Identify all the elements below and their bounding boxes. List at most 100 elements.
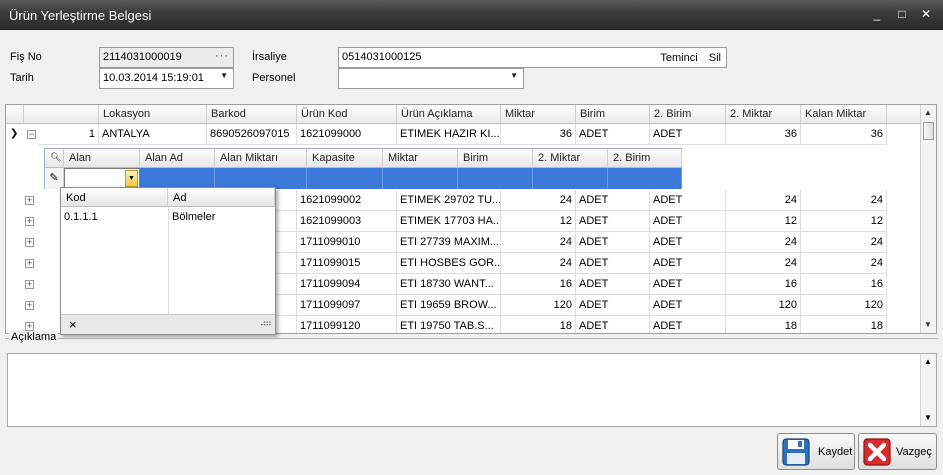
cell-aciklama[interactable]: ETIMEK 17703 HA... (397, 211, 501, 232)
cell-urun-kod[interactable]: 1711099094 (297, 274, 397, 295)
cell-urun-kod[interactable]: 1621099000 (297, 124, 397, 145)
cell-birim[interactable]: ADET (576, 274, 650, 295)
expand-icon[interactable]: + (25, 217, 34, 226)
scroll-thumb[interactable] (923, 122, 934, 140)
personel-select[interactable]: ▼ (338, 68, 524, 89)
ellipsis-button[interactable]: ··· (215, 50, 229, 62)
cell-urun-kod[interactable]: 1711099120 (297, 316, 397, 333)
cell-barkod[interactable]: 8690526097015 (207, 124, 297, 145)
cell-miktar2[interactable]: 18 (726, 316, 801, 333)
popup-close-icon[interactable]: × (69, 317, 77, 332)
cell-miktar2[interactable]: 24 (726, 232, 801, 253)
cell-kalan[interactable]: 16 (801, 274, 887, 295)
subgrid-cell-miktar2[interactable] (533, 168, 608, 189)
cell-lokasyon[interactable]: ANTALYA (99, 124, 207, 145)
cell-miktar[interactable]: 36 (501, 124, 576, 145)
expand-icon[interactable]: + (25, 301, 34, 310)
cell-miktar2[interactable]: 24 (726, 253, 801, 274)
expand-icon[interactable]: + (25, 280, 34, 289)
cell-urun-kod[interactable]: 1711099097 (297, 295, 397, 316)
cell-miktar[interactable]: 24 (501, 190, 576, 211)
cell-aciklama[interactable]: ETI 27739 MAXIM... (397, 232, 501, 253)
scroll-up-icon[interactable]: ▲ (924, 357, 932, 366)
cell-birim2[interactable]: ADET (650, 190, 726, 211)
alan-lookup-popup[interactable]: Kod Ad 0.1.1.1 Bölmeler × ⠴⠶ (60, 187, 276, 335)
aciklama-textarea[interactable]: ▲ ▼ (7, 353, 937, 427)
grid-header-birim[interactable]: Birim (576, 105, 650, 124)
cell-birim[interactable]: ADET (576, 124, 650, 145)
cell-urun-kod[interactable]: 1621099003 (297, 211, 397, 232)
cell-birim2[interactable]: ADET (650, 295, 726, 316)
fis-no-field[interactable]: 2114031000019 ··· (99, 47, 234, 68)
grid-header-miktar[interactable]: Miktar (501, 105, 576, 124)
cell-birim[interactable]: ADET (576, 295, 650, 316)
expand-icon[interactable]: + (25, 322, 34, 331)
cell-birim[interactable]: ADET (576, 232, 650, 253)
maximize-button[interactable]: □ (893, 6, 911, 22)
chevron-down-icon[interactable]: ▼ (125, 170, 138, 187)
tarih-field[interactable]: 10.03.2014 15:19:01 ▼ (99, 68, 234, 89)
cell-kalan[interactable]: 120 (801, 295, 887, 316)
grid-header-birim2[interactable]: 2. Birim (650, 105, 726, 124)
cell-aciklama[interactable]: ETIMEK HAZIR KI... (397, 124, 501, 145)
subgrid-header-miktar2[interactable]: 2. Miktar (533, 149, 608, 168)
grid-header-urun-aciklama[interactable]: Ürün Açıklama (397, 105, 501, 124)
cell-urun-kod[interactable]: 1711099015 (297, 253, 397, 274)
temin-link[interactable]: Temin (660, 52, 689, 64)
subgrid-header-birim2[interactable]: 2. Birim (608, 149, 682, 168)
chevron-down-icon[interactable]: ▼ (510, 71, 518, 80)
grid-vertical-scrollbar[interactable]: ▲ ▼ (920, 105, 936, 333)
cell-aciklama[interactable]: ETIMEK 29702 TU... (397, 190, 501, 211)
subgrid-header-alan[interactable]: Alan (64, 149, 140, 168)
subgrid-cell-kapasite[interactable] (307, 168, 383, 189)
ci-link[interactable]: ci (690, 52, 698, 64)
cell-miktar[interactable]: 24 (501, 253, 576, 274)
grid-header-barkod[interactable]: Barkod (207, 105, 297, 124)
sil-link[interactable]: Sil (709, 52, 721, 64)
popup-header-kod[interactable]: Kod (61, 188, 168, 207)
cell-birim2[interactable]: ADET (650, 253, 726, 274)
subgrid-cell-birim[interactable] (458, 168, 533, 189)
vazgec-button[interactable]: Vazgeç (858, 433, 937, 470)
cell-birim2[interactable]: ADET (650, 274, 726, 295)
subgrid-header-alan-miktari[interactable]: Alan Miktarı (215, 149, 307, 168)
cell-miktar2[interactable]: 120 (726, 295, 801, 316)
cell-birim2[interactable]: ADET (650, 232, 726, 253)
cell-miktar[interactable]: 16 (501, 274, 576, 295)
detail-subgrid[interactable]: 🔍︎ Alan Alan Ad Alan Miktarı Kapasite Mi… (44, 148, 682, 189)
cell-birim[interactable]: ADET (576, 211, 650, 232)
cell-kalan[interactable]: 36 (801, 124, 887, 145)
scroll-down-icon[interactable]: ▼ (924, 413, 932, 422)
expand-icon[interactable]: + (25, 196, 34, 205)
kaydet-button[interactable]: Kaydet (777, 433, 855, 470)
aciklama-scrollbar[interactable]: ▲ ▼ (920, 354, 936, 426)
search-icon[interactable]: 🔍︎ (45, 149, 64, 168)
resize-grip-icon[interactable]: ⠴⠶ (260, 318, 272, 329)
cell-kalan[interactable]: 24 (801, 190, 887, 211)
cell-miktar2[interactable]: 12 (726, 211, 801, 232)
scroll-up-icon[interactable]: ▲ (924, 108, 932, 117)
subgrid-header-miktar[interactable]: Miktar (383, 149, 458, 168)
cell-aciklama[interactable]: ETI HOSBES GOR... (397, 253, 501, 274)
cell-miktar2[interactable]: 16 (726, 274, 801, 295)
cell-kalan[interactable]: 12 (801, 211, 887, 232)
cell-aciklama[interactable]: ETI 19659 BROW... (397, 295, 501, 316)
cell-kalan[interactable]: 24 (801, 232, 887, 253)
subgrid-cell-alan-ad[interactable] (140, 168, 215, 189)
collapse-icon[interactable]: − (27, 130, 36, 139)
subgrid-header-birim[interactable]: Birim (458, 149, 533, 168)
subgrid-cell-birim2[interactable] (608, 168, 682, 189)
cell-birim[interactable]: ADET (576, 190, 650, 211)
alan-editor-input[interactable]: ▼ (64, 168, 140, 189)
cell-aciklama[interactable]: ETI 19750 TAB.S... (397, 316, 501, 333)
subgrid-header-kapasite[interactable]: Kapasite (307, 149, 383, 168)
grid-header-miktar2[interactable]: 2. Miktar (726, 105, 801, 124)
minimize-button[interactable]: _ (868, 6, 886, 22)
cell-birim[interactable]: ADET (576, 253, 650, 274)
cell-miktar2[interactable]: 24 (726, 190, 801, 211)
cell-birim2[interactable]: ADET (650, 124, 726, 145)
grid-header-urun-kod[interactable]: Ürün Kod (297, 105, 397, 124)
subgrid-cell-miktar[interactable] (383, 168, 458, 189)
irsaliye-field[interactable]: 0514031000125 Teminci Sil (338, 47, 727, 68)
popup-item-ad[interactable]: Bölmeler (172, 211, 215, 223)
